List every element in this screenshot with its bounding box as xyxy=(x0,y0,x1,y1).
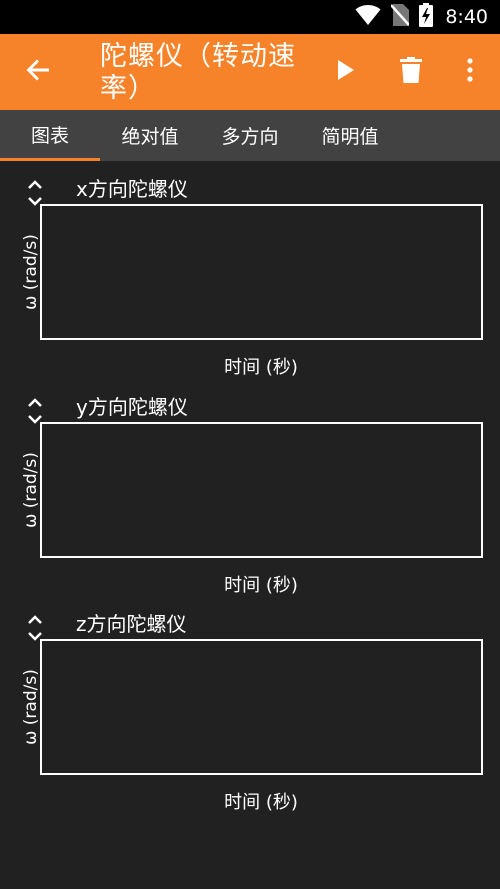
play-button[interactable] xyxy=(322,48,370,96)
y-axis-label: ω (rad/s) xyxy=(21,669,41,745)
expand-toggle[interactable] xyxy=(24,179,46,207)
tab-chart[interactable]: 图表 xyxy=(0,110,100,161)
y-axis-label: ω (rad/s) xyxy=(21,234,41,310)
play-icon xyxy=(337,59,355,85)
delete-button[interactable] xyxy=(387,48,435,96)
tab-bar: 图表 绝对值 多方向 简明值 xyxy=(0,110,500,161)
delete-icon xyxy=(400,57,422,87)
app-bar: 陀螺仪（转动速率） xyxy=(0,34,500,110)
more-options-button[interactable] xyxy=(446,48,494,96)
battery-charging-icon xyxy=(419,3,434,31)
plot-area[interactable] xyxy=(40,204,483,340)
tab-simple-value[interactable]: 简明值 xyxy=(300,110,400,161)
status-bar: 8:40 xyxy=(0,0,500,34)
back-button[interactable] xyxy=(14,48,62,96)
arrow-back-icon xyxy=(25,57,51,87)
plot-area[interactable] xyxy=(40,639,483,775)
x-axis-label: 时间 (秒) xyxy=(224,357,298,378)
chart-z-gyroscope: z方向陀螺仪 ω (rad/s) 时间 (秒) xyxy=(0,611,500,828)
wifi-icon xyxy=(355,4,381,30)
chart-title: z方向陀螺仪 xyxy=(76,612,187,636)
chart-x-gyroscope: x方向陀螺仪 ω (rad/s) 时间 (秒) xyxy=(0,176,500,393)
chart-y-gyroscope: y方向陀螺仪 ω (rad/s) 时间 (秒) xyxy=(0,394,500,611)
plot-area[interactable] xyxy=(40,422,483,558)
page-title: 陀螺仪（转动速率） xyxy=(100,41,296,104)
expand-toggle[interactable] xyxy=(24,397,46,425)
tab-absolute-value[interactable]: 绝对值 xyxy=(100,110,200,161)
y-axis-label: ω (rad/s) xyxy=(21,452,41,528)
no-sim-icon xyxy=(390,4,411,30)
expand-toggle[interactable] xyxy=(24,614,46,642)
x-axis-label: 时间 (秒) xyxy=(224,575,298,596)
chart-title: y方向陀螺仪 xyxy=(76,395,188,419)
status-time: 8:40 xyxy=(445,6,488,28)
chart-title: x方向陀螺仪 xyxy=(76,177,188,201)
more-vert-icon xyxy=(467,58,473,86)
tab-multi-direction[interactable]: 多方向 xyxy=(200,110,300,161)
x-axis-label: 时间 (秒) xyxy=(224,792,298,813)
